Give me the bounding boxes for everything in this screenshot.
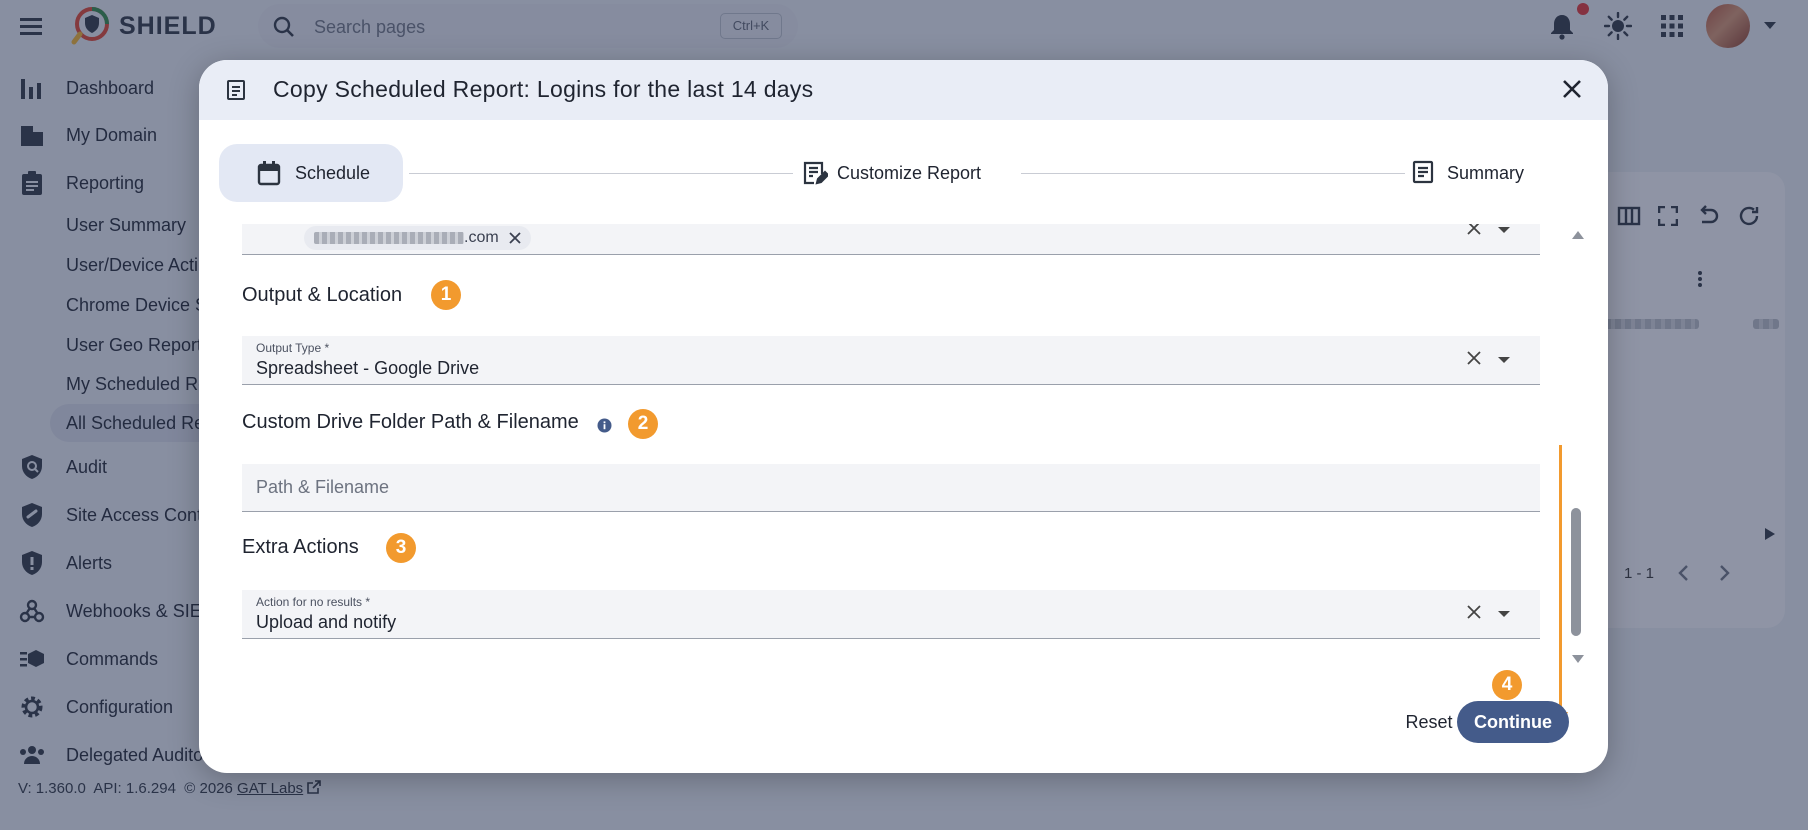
- blurred-email: [314, 231, 464, 244]
- section-extra-actions: Extra Actions: [242, 536, 359, 558]
- recipients-field[interactable]: .com: [242, 224, 1540, 255]
- scroll-down-icon[interactable]: [1571, 654, 1585, 664]
- step-badge-2: 2: [628, 409, 658, 439]
- dropdown-arrow-icon[interactable]: [1498, 357, 1510, 363]
- path-filename-input[interactable]: [242, 464, 1540, 512]
- step-badge-4: 4: [1492, 670, 1522, 700]
- scroll-hint-arrow: [1559, 445, 1562, 715]
- clear-icon[interactable]: [1467, 351, 1481, 365]
- document-icon: [1412, 160, 1434, 184]
- section-output-location: Output & Location: [242, 284, 403, 306]
- step-connector: [409, 173, 793, 174]
- calendar-icon: [257, 160, 281, 186]
- edit-document-icon: [802, 160, 828, 186]
- dialog-title: Copy Scheduled Report: Logins for the la…: [273, 76, 814, 102]
- document-icon: [226, 79, 246, 101]
- dropdown-arrow-icon[interactable]: [1498, 611, 1510, 617]
- no-results-label: Action for no results *: [256, 595, 371, 609]
- continue-button[interactable]: Continue: [1457, 701, 1569, 743]
- chip-remove-icon[interactable]: [509, 232, 521, 244]
- step-connector: [1021, 173, 1405, 174]
- section-custom-drive-path: Custom Drive Folder Path & Filename: [242, 411, 579, 433]
- dialog-scroll-content[interactable]: .com Output & Location 1 Output Type * S…: [199, 224, 1579, 674]
- stepper: Schedule Customize Report Summary: [199, 144, 1608, 204]
- output-type-value: Spreadsheet - Google Drive: [256, 358, 480, 378]
- scrollbar-thumb[interactable]: [1571, 508, 1581, 636]
- clear-icon[interactable]: [1467, 605, 1481, 619]
- scroll-up-icon[interactable]: [1571, 230, 1585, 240]
- no-results-action-select[interactable]: Action for no results * Upload and notif…: [242, 590, 1540, 639]
- clear-icon[interactable]: [1467, 224, 1481, 235]
- info-icon[interactable]: [597, 418, 612, 433]
- step-badge-3: 3: [386, 533, 416, 563]
- close-icon[interactable]: [1561, 78, 1583, 100]
- output-type-select[interactable]: Output Type * Spreadsheet - Google Drive: [242, 336, 1540, 385]
- step-badge-1: 1: [431, 280, 461, 310]
- dialog-header: Copy Scheduled Report: Logins for the la…: [199, 60, 1608, 120]
- recipient-chip: .com: [304, 226, 531, 250]
- copy-report-dialog: Copy Scheduled Report: Logins for the la…: [199, 60, 1608, 773]
- output-type-label: Output Type *: [256, 341, 330, 355]
- no-results-value: Upload and notify: [256, 612, 397, 632]
- dropdown-arrow-icon[interactable]: [1498, 227, 1510, 233]
